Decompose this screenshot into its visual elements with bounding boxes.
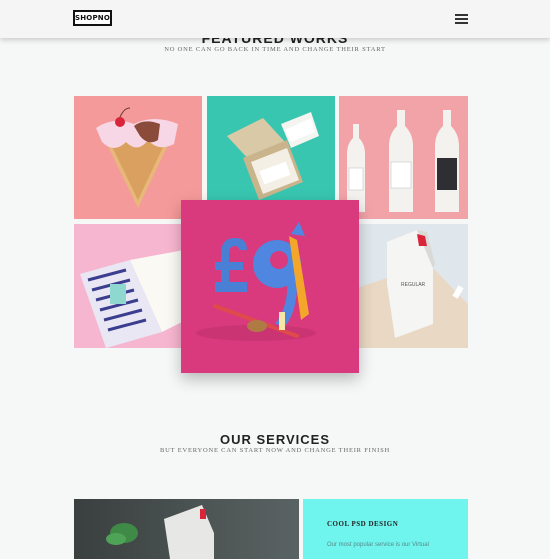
coffee-bag-label: REGULAR bbox=[401, 282, 426, 288]
site-header: SHOPNO bbox=[0, 0, 550, 38]
logo-text: SHOPNO bbox=[75, 14, 110, 22]
our-services-title: OUR SERVICES bbox=[219, 432, 330, 447]
featured-works-subtitle: NO ONE CAN GO BACK IN TIME AND CHANGE TH… bbox=[164, 46, 386, 53]
service-photo bbox=[106, 505, 214, 559]
portfolio-item-featured-pound-nine[interactable] bbox=[181, 200, 359, 373]
service-card-psd-design[interactable]: COOL PSD DESIGN Our most popular service… bbox=[303, 499, 468, 559]
hamburger-menu-icon[interactable] bbox=[455, 14, 468, 24]
service-card-title: COOL PSD DESIGN bbox=[327, 520, 399, 528]
our-services-subtitle: BUT EVERYONE CAN START NOW AND CHANGE TH… bbox=[159, 447, 390, 454]
pound-nine-illustration bbox=[196, 222, 316, 341]
service-image bbox=[74, 499, 299, 559]
site-logo[interactable]: SHOPNO bbox=[73, 10, 112, 26]
service-card-text: Our most popular service is our Virtual bbox=[327, 542, 429, 548]
